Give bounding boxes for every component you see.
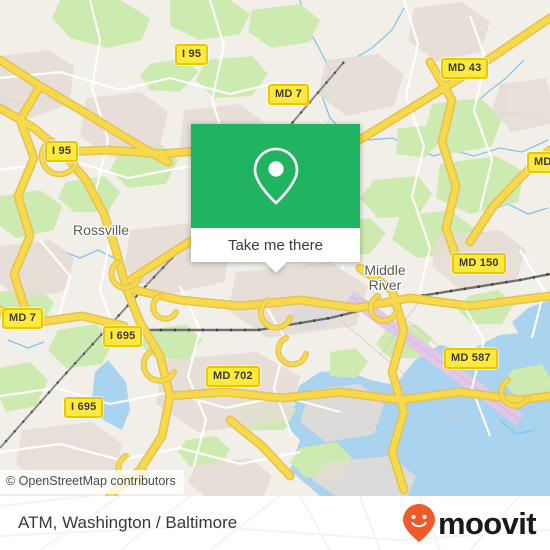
road-shield-md-edge[interactable]: MD (527, 152, 550, 173)
place-label-rossville: Rossville (73, 222, 130, 238)
road-shield-md7-north[interactable]: MD 7 (268, 84, 310, 105)
location-popup[interactable]: Take me there (191, 124, 360, 273)
road-shield-i95-west[interactable]: I 95 (45, 141, 79, 162)
moovit-wordmark: moovit (437, 505, 537, 541)
take-me-there-label: Take me there (227, 236, 324, 254)
osm-attribution[interactable]: © OpenStreetMap contributors (0, 470, 184, 494)
bottom-info-bar: ATM, Washington / Baltimore moovit (0, 496, 550, 550)
map-canvas[interactable]: Rossville Middle River I 95 I 95 MD 7 MD… (0, 0, 550, 496)
road-shield-md150[interactable]: MD 150 (452, 253, 506, 274)
take-me-there-button[interactable]: Take me there (191, 228, 360, 262)
moovit-smiley-pin-icon (402, 504, 435, 542)
moovit-brand: moovit (402, 503, 537, 543)
place-label-middle-river: Middle River (352, 263, 418, 293)
road-shield-md587[interactable]: MD 587 (444, 348, 498, 369)
road-shield-i695-south[interactable]: I 695 (64, 397, 104, 418)
road-shield-md702[interactable]: MD 702 (206, 366, 260, 387)
road-shield-md7-west[interactable]: MD 7 (2, 308, 44, 329)
popup-pointer (264, 262, 287, 273)
place-title: ATM, Washington / Baltimore (18, 513, 238, 532)
place-label-line2: River (368, 277, 402, 293)
map-pin-icon (253, 147, 298, 205)
road-shield-i95-north[interactable]: I 95 (175, 44, 209, 65)
place-label-line1: Middle (364, 262, 406, 278)
road-shield-md43[interactable]: MD 43 (441, 58, 489, 79)
popup-header (191, 124, 360, 228)
road-shield-i695-north[interactable]: I 695 (103, 326, 143, 347)
map-screen: Rossville Middle River I 95 I 95 MD 7 MD… (0, 0, 550, 550)
